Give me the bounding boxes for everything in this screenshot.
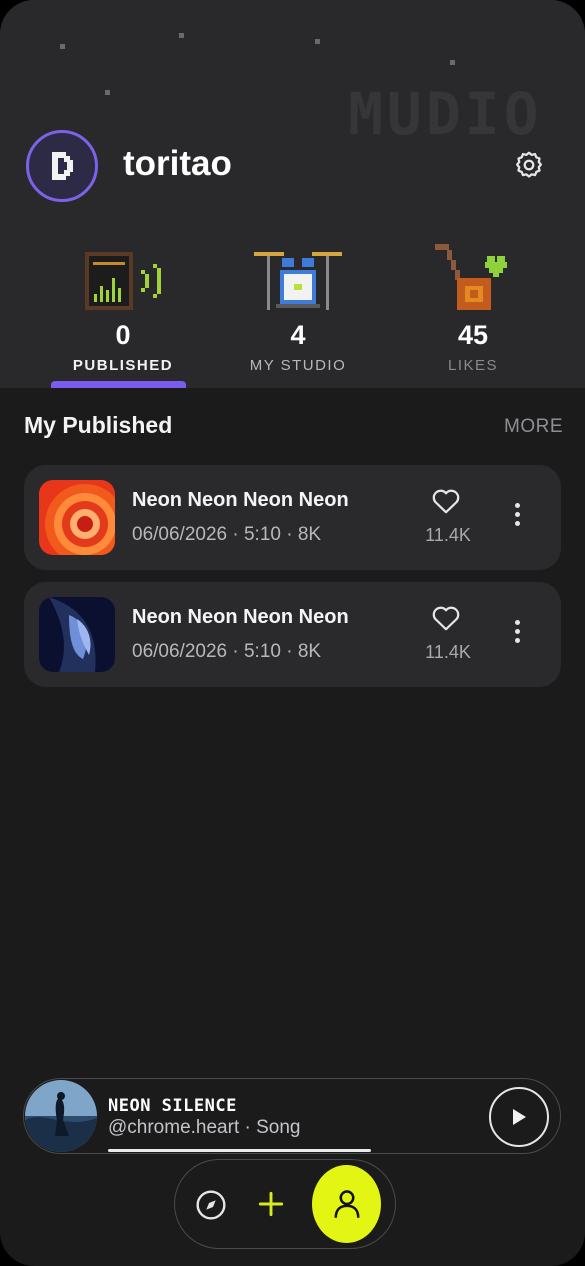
track-artwork bbox=[39, 480, 115, 555]
drum-kit-icon bbox=[223, 232, 373, 312]
tab-my-studio[interactable]: 4 MY STUDIO bbox=[223, 232, 373, 374]
play-button[interactable] bbox=[489, 1087, 549, 1147]
stat-label: LIKES bbox=[447, 357, 499, 374]
compass-icon[interactable] bbox=[195, 1189, 227, 1221]
star-decoration bbox=[179, 33, 184, 38]
like-count: 11.4K bbox=[425, 525, 471, 545]
like-count: 11.4K bbox=[425, 642, 471, 662]
avatar-letter-icon bbox=[52, 152, 73, 180]
tab-likes[interactable]: 45 LIKES bbox=[398, 232, 548, 374]
star-decoration bbox=[60, 44, 65, 49]
track-title: Neon Neon Neon Neon bbox=[132, 606, 349, 628]
track-meta: 06/06/2026 · 5:10 · 8K bbox=[132, 641, 322, 662]
stat-value: 45 bbox=[457, 320, 489, 350]
now-playing-title: NEON SILENCE bbox=[108, 1096, 237, 1116]
app-screen: MUDIO toritao 0 PUBLISHED 4 MY STUDIO 45… bbox=[0, 0, 585, 1266]
play-icon bbox=[513, 1109, 526, 1125]
track-artwork bbox=[39, 597, 115, 672]
profile-nav-button[interactable] bbox=[312, 1165, 381, 1243]
active-tab-indicator bbox=[51, 381, 186, 388]
star-decoration bbox=[315, 39, 320, 44]
mini-player[interactable]: NEON SILENCE @chrome.heart · Song bbox=[23, 1078, 561, 1154]
avatar[interactable] bbox=[26, 130, 98, 202]
stat-value: 4 bbox=[290, 320, 306, 350]
stat-value: 0 bbox=[115, 320, 131, 350]
track-title: Neon Neon Neon Neon bbox=[132, 489, 349, 511]
more-link[interactable]: MORE bbox=[504, 416, 563, 438]
now-playing-artist: @chrome.heart · Song bbox=[108, 1117, 301, 1138]
heart-icon[interactable] bbox=[431, 487, 461, 515]
more-options-icon[interactable] bbox=[511, 503, 523, 531]
playback-progress[interactable] bbox=[108, 1149, 371, 1152]
track-card[interactable]: Neon Neon Neon Neon 06/06/2026 · 5:10 · … bbox=[24, 582, 561, 687]
track-card[interactable]: Neon Neon Neon Neon 06/06/2026 · 5:10 · … bbox=[24, 465, 561, 570]
stat-label: MY STUDIO bbox=[249, 357, 347, 374]
more-options-icon[interactable] bbox=[511, 620, 523, 648]
profile-header: MUDIO toritao 0 PUBLISHED 4 MY STUDIO 45… bbox=[0, 0, 585, 388]
star-decoration bbox=[105, 90, 110, 95]
plus-icon[interactable] bbox=[255, 1188, 287, 1220]
brand-watermark: MUDIO bbox=[348, 80, 543, 148]
tab-published[interactable]: 0 PUBLISHED bbox=[48, 232, 198, 374]
bottom-nav bbox=[174, 1159, 396, 1249]
heart-icon[interactable] bbox=[431, 604, 461, 632]
user-icon bbox=[334, 1190, 359, 1218]
amplifier-icon bbox=[48, 232, 198, 312]
now-playing-artwork bbox=[25, 1080, 97, 1152]
star-decoration bbox=[450, 60, 455, 65]
section-title: My Published bbox=[24, 412, 173, 438]
guitar-heart-icon bbox=[398, 232, 548, 312]
gear-icon[interactable] bbox=[513, 149, 545, 181]
username: toritao bbox=[123, 144, 232, 183]
track-meta: 06/06/2026 · 5:10 · 8K bbox=[132, 524, 322, 545]
stat-label: PUBLISHED bbox=[72, 357, 174, 374]
